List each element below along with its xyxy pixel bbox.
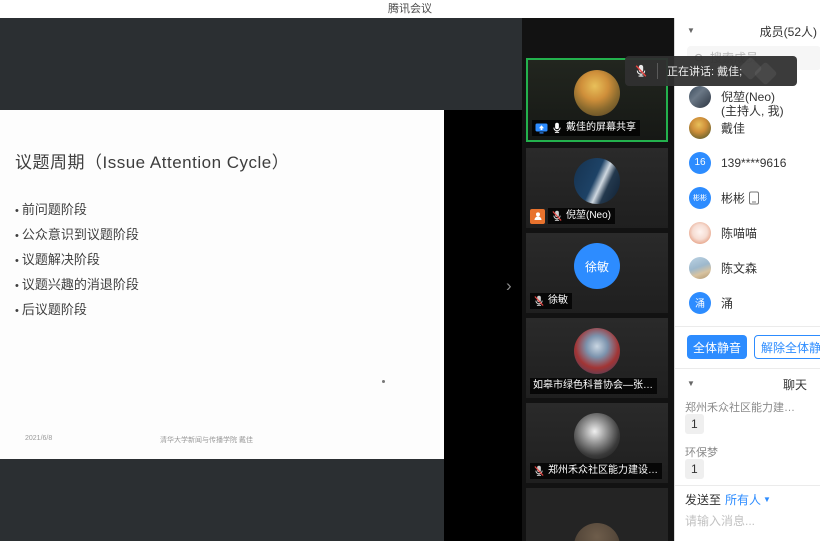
video-tile[interactable]: 倪堃(Neo) — [526, 148, 668, 228]
avatar — [574, 70, 620, 116]
member-name: 戴佳 — [721, 119, 745, 136]
video-tile[interactable] — [526, 488, 668, 541]
member-row[interactable]: 陈喵喵 — [675, 215, 820, 250]
slide-title: 议题周期（Issue Attention Cycle） — [15, 148, 289, 173]
slide-footer-date: 2021/6/8 — [25, 435, 52, 442]
send-to-dropdown[interactable]: 所有人 ▼ — [725, 491, 771, 508]
slide-bullet: 议题兴趣的消退阶段 — [15, 273, 139, 298]
members-panel-title: 成员(52人) — [760, 23, 817, 40]
avatar — [689, 222, 711, 244]
mic-on-icon — [551, 122, 563, 134]
avatar — [689, 117, 711, 139]
member-name: 139****9616 — [721, 156, 786, 170]
avatar: 涌 — [689, 292, 711, 314]
presentation-slide: 议题周期（Issue Attention Cycle） 前问题阶段 公众意识到议… — [0, 110, 444, 459]
screen-black-region — [444, 110, 522, 541]
chevron-down-icon: ▼ — [763, 495, 771, 504]
tile-name: 徐敏 — [548, 294, 568, 308]
chat-message: 1 — [685, 459, 704, 479]
mic-muted-icon — [634, 64, 648, 78]
avatar: 彬彬 — [689, 187, 711, 209]
avatar — [574, 523, 620, 541]
divider — [657, 63, 658, 79]
member-name: 彬彬 — [721, 189, 745, 206]
slide-bullet: 议题解决阶段 — [15, 248, 139, 273]
divider — [675, 326, 820, 327]
slide-bullet: 后议题阶段 — [15, 298, 139, 323]
member-name: 涌 — [721, 294, 733, 311]
shared-screen-area: 议题周期（Issue Attention Cycle） 前问题阶段 公众意识到议… — [0, 18, 522, 541]
divider — [675, 485, 820, 486]
window-title: 腾讯会议 — [0, 0, 820, 18]
tile-name: 郑州禾众社区能力建设… — [548, 464, 658, 478]
video-tile[interactable]: 徐敏 徐敏 — [526, 233, 668, 313]
speaking-toast-text: 正在讲话: 戴佳; — [667, 63, 742, 79]
mic-muted-icon — [533, 295, 545, 307]
avatar — [574, 413, 620, 459]
side-panel: ▼ 成员(52人) 倪堃(Neo) (主持人, 我) 戴佳 16 139****… — [674, 18, 820, 541]
slide-bullet: 前问题阶段 — [15, 198, 139, 223]
avatar — [574, 158, 620, 204]
chat-collapse-icon[interactable]: ▼ — [687, 379, 695, 388]
tile-name: 倪堃(Neo) — [566, 209, 611, 223]
member-row[interactable]: 陈文森 — [675, 250, 820, 285]
slide-footer-credit: 清华大学新闻与传播学院 戴佳 — [160, 435, 253, 445]
video-tile[interactable]: 郑州禾众社区能力建设… — [526, 403, 668, 483]
avatar — [689, 257, 711, 279]
host-badge-icon — [530, 209, 545, 224]
send-to-value: 所有人 — [725, 491, 761, 508]
send-to-label: 发送至 — [685, 491, 721, 508]
chat-message-input[interactable] — [685, 514, 815, 528]
divider — [675, 368, 820, 369]
avatar: 徐敏 — [574, 243, 620, 289]
members-collapse-icon[interactable]: ▼ — [687, 26, 695, 35]
send-to-row: 发送至 所有人 ▼ — [685, 491, 771, 508]
video-tile[interactable]: 如皋市绿色科普协会—张… — [526, 318, 668, 398]
avatar — [689, 86, 711, 108]
unmute-all-button[interactable]: 解除全体静音 — [754, 335, 820, 359]
tile-name: 如皋市绿色科普协会—张… — [533, 379, 653, 393]
chat-sender: 郑州禾众社区能力建… — [685, 399, 795, 415]
member-row[interactable]: 戴佳 — [675, 110, 820, 145]
member-name: 陈喵喵 — [721, 224, 757, 241]
speaking-toast: 正在讲话: 戴佳; — [625, 56, 797, 86]
member-row[interactable]: 彬彬 彬彬 — [675, 180, 820, 215]
mic-muted-icon — [533, 465, 545, 477]
tile-name: 戴佳的屏幕共享 — [566, 121, 636, 135]
mobile-device-icon — [749, 191, 759, 204]
member-name: 陈文森 — [721, 259, 757, 276]
video-strip: 戴佳的屏幕共享 倪堃(Neo) 徐敏 — [522, 18, 674, 541]
chat-panel-title: 聊天 — [783, 376, 807, 393]
slide-bullet: 公众意识到议题阶段 — [15, 223, 139, 248]
member-row[interactable]: 涌 涌 — [675, 285, 820, 320]
slide-bullet-list: 前问题阶段 公众意识到议题阶段 议题解决阶段 议题兴趣的消退阶段 后议题阶段 — [15, 198, 139, 323]
chevron-right-icon[interactable]: › — [506, 276, 512, 296]
chat-sender: 环保梦 — [685, 444, 718, 460]
pointer-dot — [382, 380, 385, 383]
mic-muted-icon — [551, 210, 563, 222]
mute-all-button[interactable]: 全体静音 — [687, 335, 747, 359]
avatar — [574, 328, 620, 374]
screen-share-icon — [535, 123, 548, 134]
member-row[interactable]: 16 139****9616 — [675, 145, 820, 180]
avatar: 16 — [689, 152, 711, 174]
chat-message: 1 — [685, 414, 704, 434]
